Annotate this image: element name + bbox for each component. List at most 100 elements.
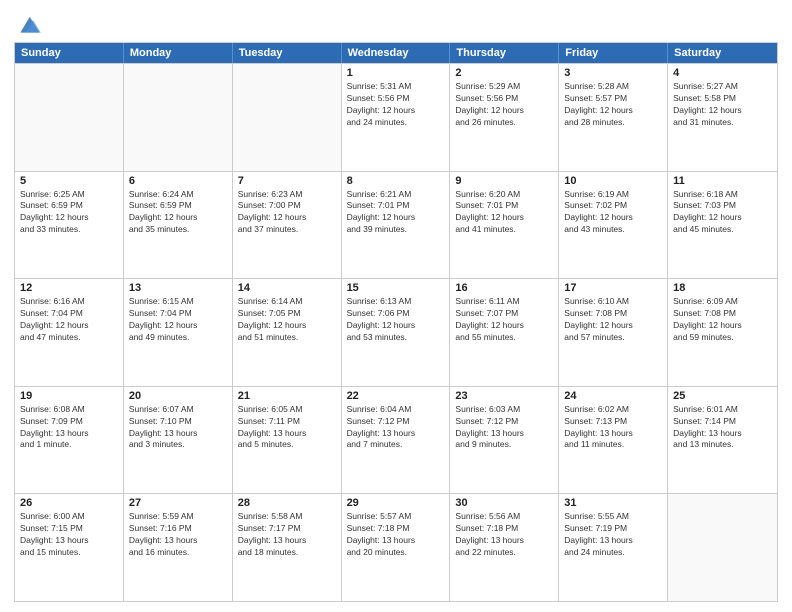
day-info: Sunrise: 6:18 AM Sunset: 7:03 PM Dayligh… xyxy=(673,189,772,237)
day-cell-empty-0-0 xyxy=(15,64,124,171)
day-info: Sunrise: 6:19 AM Sunset: 7:02 PM Dayligh… xyxy=(564,189,662,237)
day-number: 23 xyxy=(455,390,553,402)
day-info: Sunrise: 6:21 AM Sunset: 7:01 PM Dayligh… xyxy=(347,189,445,237)
page: SundayMondayTuesdayWednesdayThursdayFrid… xyxy=(0,0,792,612)
day-info: Sunrise: 5:56 AM Sunset: 7:18 PM Dayligh… xyxy=(455,511,553,559)
day-info: Sunrise: 6:03 AM Sunset: 7:12 PM Dayligh… xyxy=(455,404,553,452)
day-info: Sunrise: 6:00 AM Sunset: 7:15 PM Dayligh… xyxy=(20,511,118,559)
day-number: 11 xyxy=(673,175,772,187)
day-info: Sunrise: 6:02 AM Sunset: 7:13 PM Dayligh… xyxy=(564,404,662,452)
day-number: 1 xyxy=(347,67,445,79)
day-number: 13 xyxy=(129,282,227,294)
day-cell-18: 18 Sunrise: 6:09 AM Sunset: 7:08 PM Dayli… xyxy=(668,279,777,386)
day-cell-9: 9Sunrise: 6:20 AM Sunset: 7:01 PM Daylig… xyxy=(450,172,559,279)
day-number: 22 xyxy=(347,390,445,402)
day-info: Sunrise: 5:58 AM Sunset: 7:17 PM Dayligh… xyxy=(238,511,336,559)
day-number: 4 xyxy=(673,67,772,79)
day-number: 17 xyxy=(564,282,662,294)
day-cell-5: 5 Sunrise: 6:25 AM Sunset: 6:59 PM Daylig… xyxy=(15,172,124,279)
day-number: 24 xyxy=(564,390,662,402)
day-cell-20: 20 Sunrise: 6:07 AM Sunset: 7:10 PM Dayli… xyxy=(124,387,233,494)
day-cell-19: 19 Sunrise: 6:08 AM Sunset: 7:09 PM Dayli… xyxy=(15,387,124,494)
day-number: 10 xyxy=(564,175,662,187)
day-cell-28: 28 Sunrise: 5:58 AM Sunset: 7:17 PM Dayli… xyxy=(233,494,342,601)
day-info: Sunrise: 5:59 AM Sunset: 7:16 PM Dayligh… xyxy=(129,511,227,559)
day-cell-empty-4-6 xyxy=(668,494,777,601)
weekday-header-sunday: Sunday xyxy=(15,43,124,63)
day-number: 18 xyxy=(673,282,772,294)
day-number: 26 xyxy=(20,497,118,509)
day-info: Sunrise: 6:15 AM Sunset: 7:04 PM Dayligh… xyxy=(129,296,227,344)
calendar-row-2: 12Sunrise: 6:16 AM Sunset: 7:04 PM Dayli… xyxy=(15,278,777,386)
day-cell-6: 6 Sunrise: 6:24 AM Sunset: 6:59 PM Daylig… xyxy=(124,172,233,279)
day-cell-16: 16 Sunrise: 6:11 AM Sunset: 7:07 PM Dayli… xyxy=(450,279,559,386)
day-cell-31: 31 Sunrise: 5:55 AM Sunset: 7:19 PM Dayli… xyxy=(559,494,668,601)
day-info: Sunrise: 6:25 AM Sunset: 6:59 PM Dayligh… xyxy=(20,189,118,237)
calendar-row-1: 5 Sunrise: 6:25 AM Sunset: 6:59 PM Daylig… xyxy=(15,171,777,279)
day-cell-11: 11 Sunrise: 6:18 AM Sunset: 7:03 PM Dayli… xyxy=(668,172,777,279)
day-cell-27: 27 Sunrise: 5:59 AM Sunset: 7:16 PM Dayli… xyxy=(124,494,233,601)
day-number: 5 xyxy=(20,175,118,187)
day-cell-14: 14Sunrise: 6:14 AM Sunset: 7:05 PM Dayli… xyxy=(233,279,342,386)
day-cell-30: 30 Sunrise: 5:56 AM Sunset: 7:18 PM Dayli… xyxy=(450,494,559,601)
day-number: 8 xyxy=(347,175,445,187)
day-info: Sunrise: 6:16 AM Sunset: 7:04 PM Dayligh… xyxy=(20,296,118,344)
calendar-row-3: 19 Sunrise: 6:08 AM Sunset: 7:09 PM Dayli… xyxy=(15,386,777,494)
day-number: 27 xyxy=(129,497,227,509)
day-info: Sunrise: 5:28 AM Sunset: 5:57 PM Dayligh… xyxy=(564,81,662,129)
day-cell-8: 8 Sunrise: 6:21 AM Sunset: 7:01 PM Daylig… xyxy=(342,172,451,279)
day-number: 31 xyxy=(564,497,662,509)
day-info: Sunrise: 6:23 AM Sunset: 7:00 PM Dayligh… xyxy=(238,189,336,237)
day-number: 30 xyxy=(455,497,553,509)
day-cell-29: 29 Sunrise: 5:57 AM Sunset: 7:18 PM Dayli… xyxy=(342,494,451,601)
day-cell-empty-0-1 xyxy=(124,64,233,171)
day-cell-15: 15 Sunrise: 6:13 AM Sunset: 7:06 PM Dayli… xyxy=(342,279,451,386)
day-cell-12: 12Sunrise: 6:16 AM Sunset: 7:04 PM Dayli… xyxy=(15,279,124,386)
day-number: 28 xyxy=(238,497,336,509)
day-info: Sunrise: 5:29 AM Sunset: 5:56 PM Dayligh… xyxy=(455,81,553,129)
day-number: 19 xyxy=(20,390,118,402)
day-info: Sunrise: 6:09 AM Sunset: 7:08 PM Dayligh… xyxy=(673,296,772,344)
day-number: 29 xyxy=(347,497,445,509)
day-number: 7 xyxy=(238,175,336,187)
calendar: SundayMondayTuesdayWednesdayThursdayFrid… xyxy=(14,42,778,602)
logo xyxy=(14,10,48,38)
day-cell-17: 17 Sunrise: 6:10 AM Sunset: 7:08 PM Dayli… xyxy=(559,279,668,386)
weekday-header-monday: Monday xyxy=(124,43,233,63)
weekday-header-thursday: Thursday xyxy=(450,43,559,63)
day-cell-23: 23 Sunrise: 6:03 AM Sunset: 7:12 PM Dayli… xyxy=(450,387,559,494)
day-info: Sunrise: 5:27 AM Sunset: 5:58 PM Dayligh… xyxy=(673,81,772,129)
day-info: Sunrise: 6:08 AM Sunset: 7:09 PM Dayligh… xyxy=(20,404,118,452)
header xyxy=(14,10,778,38)
day-number: 25 xyxy=(673,390,772,402)
day-number: 21 xyxy=(238,390,336,402)
day-info: Sunrise: 6:20 AM Sunset: 7:01 PM Dayligh… xyxy=(455,189,553,237)
day-info: Sunrise: 6:13 AM Sunset: 7:06 PM Dayligh… xyxy=(347,296,445,344)
day-cell-1: 1 Sunrise: 5:31 AM Sunset: 5:56 PM Daylig… xyxy=(342,64,451,171)
day-cell-10: 10 Sunrise: 6:19 AM Sunset: 7:02 PM Dayli… xyxy=(559,172,668,279)
day-info: Sunrise: 6:11 AM Sunset: 7:07 PM Dayligh… xyxy=(455,296,553,344)
day-cell-26: 26 Sunrise: 6:00 AM Sunset: 7:15 PM Dayli… xyxy=(15,494,124,601)
day-info: Sunrise: 6:14 AM Sunset: 7:05 PM Dayligh… xyxy=(238,296,336,344)
day-cell-4: 4 Sunrise: 5:27 AM Sunset: 5:58 PM Daylig… xyxy=(668,64,777,171)
day-info: Sunrise: 6:07 AM Sunset: 7:10 PM Dayligh… xyxy=(129,404,227,452)
day-info: Sunrise: 5:57 AM Sunset: 7:18 PM Dayligh… xyxy=(347,511,445,559)
weekday-header-friday: Friday xyxy=(559,43,668,63)
day-info: Sunrise: 6:04 AM Sunset: 7:12 PM Dayligh… xyxy=(347,404,445,452)
weekday-header-wednesday: Wednesday xyxy=(342,43,451,63)
day-cell-3: 3Sunrise: 5:28 AM Sunset: 5:57 PM Daylig… xyxy=(559,64,668,171)
day-info: Sunrise: 6:24 AM Sunset: 6:59 PM Dayligh… xyxy=(129,189,227,237)
day-number: 15 xyxy=(347,282,445,294)
day-number: 2 xyxy=(455,67,553,79)
weekday-header-tuesday: Tuesday xyxy=(233,43,342,63)
day-cell-empty-0-2 xyxy=(233,64,342,171)
day-number: 16 xyxy=(455,282,553,294)
day-info: Sunrise: 5:31 AM Sunset: 5:56 PM Dayligh… xyxy=(347,81,445,129)
calendar-body: 1 Sunrise: 5:31 AM Sunset: 5:56 PM Daylig… xyxy=(15,63,777,601)
calendar-row-4: 26 Sunrise: 6:00 AM Sunset: 7:15 PM Dayli… xyxy=(15,493,777,601)
day-info: Sunrise: 6:10 AM Sunset: 7:08 PM Dayligh… xyxy=(564,296,662,344)
day-cell-21: 21Sunrise: 6:05 AM Sunset: 7:11 PM Dayli… xyxy=(233,387,342,494)
day-number: 6 xyxy=(129,175,227,187)
day-number: 20 xyxy=(129,390,227,402)
day-info: Sunrise: 5:55 AM Sunset: 7:19 PM Dayligh… xyxy=(564,511,662,559)
